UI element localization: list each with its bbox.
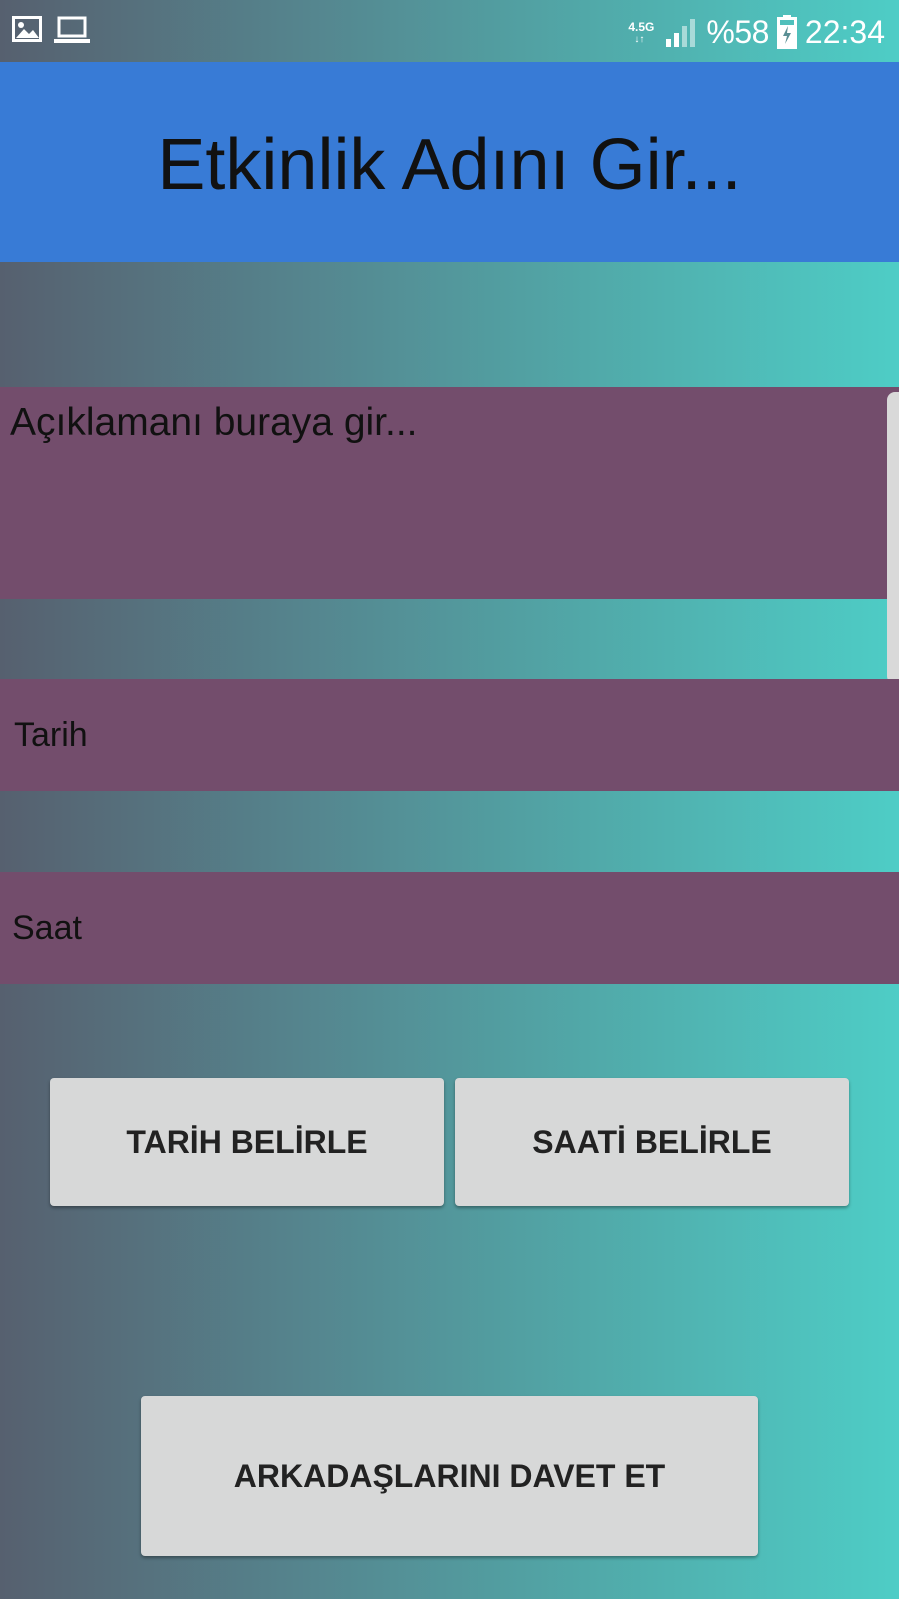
set-date-button[interactable]: TARİH BELİRLE [50,1078,444,1206]
date-label: Tarih [14,715,88,754]
set-time-button-label: SAATİ BELİRLE [532,1123,772,1160]
time-field[interactable]: Saat [0,872,899,984]
status-bar: 4.5G ↓↑ %58 22:34 [0,0,899,62]
clock: 22:34 [804,14,885,50]
description-placeholder: Açıklamanı buraya gir... [10,401,418,444]
event-title-bar[interactable]: Etkinlik Adını Gir... [0,62,899,262]
network-type: 4.5G [628,20,655,34]
network-arrows: ↓↑ [634,34,645,45]
time-label: Saat [12,908,82,947]
battery-percent: %58 [706,14,769,50]
laptop-icon [54,16,90,43]
event-title-input[interactable]: Etkinlik Adını Gir... [157,124,741,206]
set-time-button[interactable]: SAATİ BELİRLE [455,1078,849,1206]
signal-bars-icon [666,19,696,47]
status-right-cluster: 4.5G ↓↑ %58 22:34 [626,10,885,54]
network-indicator: 4.5G ↓↑ [626,17,656,47]
date-field[interactable]: Tarih [0,679,899,791]
scrollbar[interactable] [887,392,899,684]
image-icon [12,16,42,42]
invite-friends-button-label: ARKADAŞLARINI DAVET ET [233,1457,666,1494]
set-date-button-label: TARİH BELİRLE [126,1123,368,1160]
invite-friends-button[interactable]: ARKADAŞLARINI DAVET ET [141,1396,758,1556]
battery-charging-icon [776,15,797,49]
description-field[interactable]: Açıklamanı buraya gir... [0,387,899,599]
